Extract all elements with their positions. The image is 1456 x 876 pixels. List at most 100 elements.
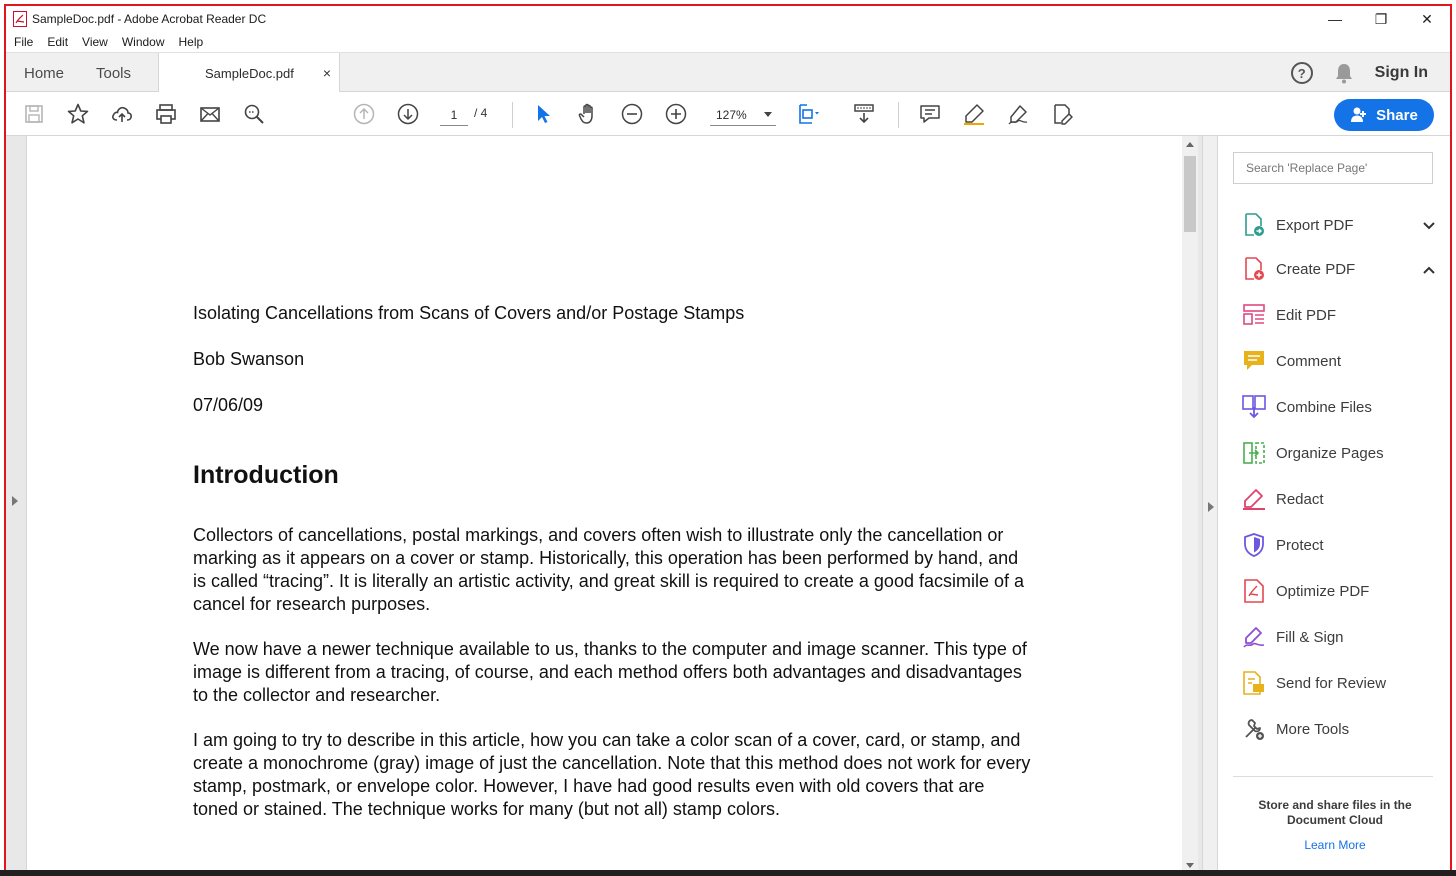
tool-label: Protect [1276,536,1324,554]
title-bar: SampleDoc.pdf - Adobe Acrobat Reader DC … [6,6,1450,32]
menu-edit[interactable]: Edit [47,35,68,49]
select-cursor-icon[interactable] [532,102,556,126]
menu-help[interactable]: Help [179,35,204,49]
help-icon[interactable]: ? [1290,62,1313,84]
next-page-icon[interactable] [396,102,420,126]
tool-create-pdf[interactable]: Create PDF [1242,254,1442,284]
learn-more-link[interactable]: Learn More [1233,838,1437,852]
tab-bar: Home Tools SampleDoc.pdf × ? Sign In [6,52,1450,93]
page-number-input[interactable]: 1 [440,104,468,126]
doc-date: 07/06/09 [193,395,264,415]
tool-combine-files[interactable]: Combine Files [1242,392,1442,422]
tool-label: Comment [1276,352,1342,370]
chevron-down-icon [764,112,772,117]
acrobat-window: SampleDoc.pdf - Adobe Acrobat Reader DC … [4,4,1452,872]
doc-heading: Introduction [193,461,339,489]
comment-icon [1242,349,1266,373]
search-zoom-icon[interactable] [242,102,266,126]
pdf-page[interactable]: Isolating Cancellations from Scans of Co… [26,136,1182,870]
tool-protect[interactable]: Protect [1242,530,1442,560]
close-window-button[interactable]: ✕ [1404,6,1450,32]
tools-search-input[interactable]: Search 'Replace Page' [1233,152,1433,184]
doc-author: Bob Swanson [193,349,305,369]
menu-file[interactable]: File [14,35,33,49]
restore-button[interactable]: ❐ [1358,6,1404,32]
pane-divider [1233,776,1433,777]
combine-files-icon [1242,395,1266,419]
upload-cloud-icon[interactable] [110,102,134,126]
send-review-icon [1242,671,1266,695]
tool-label: Export PDF [1276,216,1354,234]
tab-tools[interactable]: Tools [96,53,131,93]
right-pane-toggle-icon[interactable] [1208,502,1214,512]
doc-title: Isolating Cancellations from Scans of Co… [193,303,745,323]
zoom-level-dropdown[interactable]: 127% [710,104,776,126]
tool-more-tools[interactable]: More Tools [1242,714,1442,744]
zoom-level-value: 127% [716,107,747,122]
scrollbar-thumb[interactable] [1184,156,1196,232]
tool-send-for-review[interactable]: Send for Review [1242,668,1442,698]
tool-label: Optimize PDF [1276,582,1370,600]
comment-icon[interactable] [918,102,942,126]
fill-sign-icon [1242,625,1266,649]
chevron-up-icon[interactable] [1422,262,1436,279]
toolbar-divider [898,102,899,128]
tab-document[interactable]: SampleDoc.pdf × [158,53,340,93]
tab-home[interactable]: Home [24,53,64,93]
bookmark-star-icon[interactable] [66,102,90,126]
zoom-out-icon[interactable] [620,102,644,126]
share-button[interactable]: Share [1334,99,1434,131]
sign-pen-icon[interactable] [1006,102,1030,126]
chevron-down-icon[interactable] [1422,218,1436,235]
tool-label: Combine Files [1276,398,1372,416]
edit-pdf-icon [1242,303,1266,327]
close-tab-icon[interactable]: × [323,65,331,81]
vertical-scrollbar[interactable] [1182,136,1198,870]
page-total: / 4 [474,106,488,120]
export-pdf-icon [1242,213,1266,237]
fill-sign-edit-icon[interactable] [1050,102,1074,126]
menu-window[interactable]: Window [122,35,165,49]
more-tools-icon [1242,717,1266,741]
zoom-in-icon[interactable] [664,102,688,126]
menu-view[interactable]: View [82,35,108,49]
tool-comment[interactable]: Comment [1242,346,1442,376]
scroll-mode-icon[interactable] [852,102,876,126]
highlight-pen-icon[interactable] [962,102,986,126]
tool-edit-pdf[interactable]: Edit PDF [1242,300,1442,330]
left-pane-toggle-icon[interactable] [12,496,18,506]
optimize-pdf-icon [1242,579,1266,603]
page-fit-icon[interactable] [796,102,820,126]
print-icon[interactable] [154,102,178,126]
minimize-button[interactable]: — [1312,6,1358,32]
tool-label: Redact [1276,490,1324,508]
taskbar-strip [0,870,1456,876]
tool-organize-pages[interactable]: Organize Pages [1242,438,1442,468]
tool-label: Send for Review [1276,674,1387,692]
email-icon[interactable] [198,102,222,126]
redact-icon [1242,487,1266,511]
organize-pages-icon [1242,441,1266,465]
tool-fill-sign[interactable]: Fill & Sign [1242,622,1442,652]
scroll-down-arrow-icon[interactable] [1186,863,1194,868]
hand-tool-icon[interactable] [576,102,600,126]
page-content: Isolating Cancellations from Scans of Co… [193,302,1033,843]
scroll-up-arrow-icon[interactable] [1186,142,1194,147]
sign-in-button[interactable]: Sign In [1375,64,1428,82]
acrobat-app-icon [12,11,28,27]
protect-icon [1242,533,1266,557]
doc-paragraph: I am going to try to describe in this ar… [193,730,1031,819]
save-icon[interactable] [22,102,46,126]
tool-redact[interactable]: Redact [1242,484,1442,514]
tool-optimize-pdf[interactable]: Optimize PDF [1242,576,1442,606]
right-pane-divider [1202,136,1218,870]
previous-page-icon[interactable] [352,102,376,126]
tools-pane: Search 'Replace Page' Export PDF Create … [1218,136,1450,870]
main-toolbar: 1 / 4 127% Share [6,92,1450,136]
tool-export-pdf[interactable]: Export PDF [1242,210,1442,240]
toolbar-divider [512,102,513,128]
doc-paragraph: We now have a newer technique available … [193,639,1027,705]
notification-bell-icon[interactable] [1333,62,1355,84]
create-pdf-icon [1242,257,1266,281]
document-view: Isolating Cancellations from Scans of Co… [6,136,1202,870]
